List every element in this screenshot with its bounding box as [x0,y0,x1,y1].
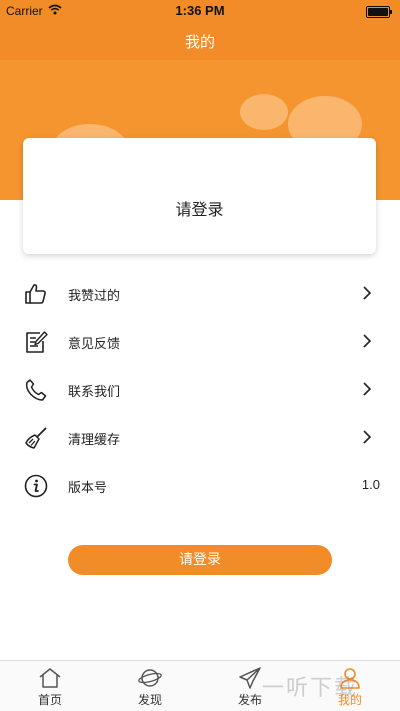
login-card[interactable]: 请登录 [23,138,376,254]
home-icon [39,668,61,688]
menu-item-contact[interactable]: 联系我们 [0,366,400,414]
menu-item-label: 我赞过的 [68,289,121,304]
login-button[interactable]: 请登录 [68,545,332,575]
menu-item-feedback[interactable]: 意见反馈 [0,318,400,366]
menu-item-clear-cache[interactable]: 清理缓存 [0,414,400,462]
tab-discover[interactable]: 发现 [100,661,200,711]
tab-label: 发现 [137,693,162,707]
menu-item-label: 清理缓存 [68,433,121,448]
status-bar: Carrier 1:36 PM [0,0,400,22]
login-prompt[interactable]: 请登录 [23,196,376,220]
menu-item-label: 意见反馈 [68,337,121,352]
paper-plane-icon [239,667,261,689]
feedback-edit-icon [26,331,48,353]
thumb-up-icon [25,284,46,304]
chevron-right-icon [363,430,372,444]
broom-icon [25,427,47,449]
version-number: 1.0 [361,477,380,492]
decor-bubble [240,94,288,130]
tab-home[interactable]: 首页 [0,661,100,711]
battery-icon [366,6,392,18]
info-icon [24,474,48,498]
settings-menu: 我赞过的 意见反馈 联系我们 清理缓存 版本号 1.0 [0,270,400,510]
clock: 1:36 PM [175,3,225,18]
navigation-bar: 我的 [0,22,400,60]
tab-label: 首页 [37,693,62,707]
menu-item-liked[interactable]: 我赞过的 [0,270,400,318]
chevron-right-icon [363,382,372,396]
phone-icon [25,379,47,401]
menu-item-label: 版本号 [68,481,108,496]
page-title: 我的 [184,33,215,51]
chevron-right-icon [363,286,372,300]
chevron-right-icon [363,334,372,348]
planet-icon [138,669,162,687]
watermark: 一听下载 [262,676,359,701]
menu-item-version: 版本号 1.0 [0,462,400,510]
menu-item-label: 联系我们 [68,385,121,400]
